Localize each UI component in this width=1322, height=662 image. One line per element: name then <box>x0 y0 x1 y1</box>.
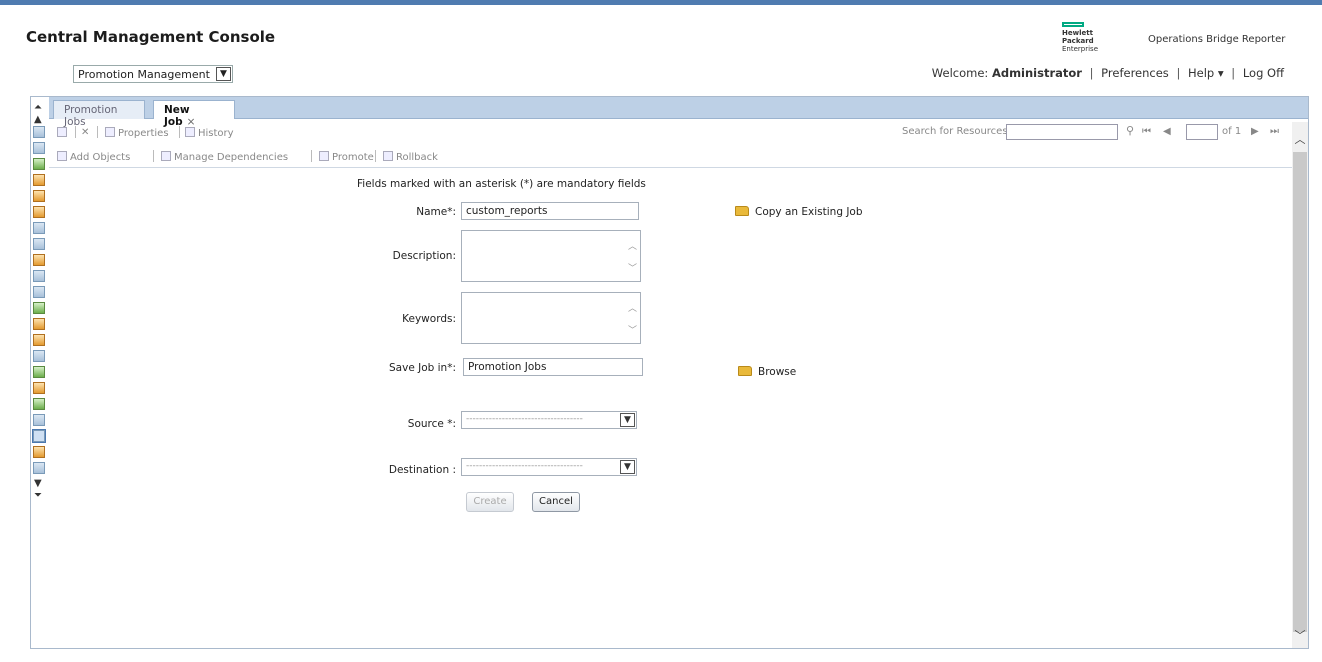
hpe-logo: Hewlett Packard Enterprise <box>1062 22 1126 53</box>
folder-icon <box>735 206 749 216</box>
rollback-button[interactable]: Rollback <box>383 151 438 163</box>
scroll-bottom-icon[interactable]: ⏷ <box>34 490 48 502</box>
properties-button[interactable]: Properties <box>105 127 169 139</box>
folder-icon <box>738 366 752 376</box>
username: Administrator <box>991 66 1082 80</box>
left-icon-strip: ⏶ ▲ ▼ ⏷ <box>30 102 48 632</box>
dependencies-icon <box>161 151 171 161</box>
add-objects-icon <box>57 151 67 161</box>
source-label: Source *: <box>407 418 456 430</box>
chevron-down-icon[interactable]: ▼ <box>216 67 231 81</box>
monitoring-icon[interactable] <box>33 414 45 426</box>
delete-icon[interactable]: ✕ <box>81 127 89 138</box>
promote-icon <box>319 151 329 161</box>
name-input[interactable]: custom_reports <box>461 202 639 220</box>
access-levels-icon[interactable] <box>33 302 45 314</box>
calendars-icon[interactable] <box>33 270 45 282</box>
properties-icon <box>105 127 115 137</box>
source-select[interactable]: ------------------------------------ ▼ <box>461 411 637 429</box>
folders-icon[interactable] <box>33 158 45 170</box>
mandatory-note: Fields marked with an asterisk (*) are m… <box>357 178 646 190</box>
chevron-up-icon[interactable]: ︿ <box>1292 132 1308 148</box>
history-button[interactable]: History <box>185 127 234 139</box>
settings-icon[interactable] <box>33 350 45 362</box>
copy-existing-job-link[interactable]: Copy an Existing Job <box>735 206 863 218</box>
federation-icon[interactable] <box>33 398 45 410</box>
chevron-down-icon[interactable]: ▼ <box>620 460 635 474</box>
scroll-up-icon[interactable]: ▲ <box>34 114 48 126</box>
connections-icon[interactable] <box>33 238 45 250</box>
help-menu[interactable]: Help ▾ <box>1188 66 1224 80</box>
save-job-in-input[interactable]: Promotion Jobs <box>463 358 643 376</box>
save-job-in-label: Save Job in*: <box>389 362 456 374</box>
authentication-icon[interactable] <box>33 318 45 330</box>
main-frame <box>30 96 1309 649</box>
auditing-icon[interactable] <box>33 446 45 458</box>
license-keys-icon[interactable] <box>33 334 45 346</box>
chevron-down-icon[interactable]: ﹀ <box>628 323 637 336</box>
chevron-up-icon[interactable]: ︿ <box>628 301 637 314</box>
tab-new-job[interactable]: New Job × <box>153 100 235 128</box>
chevron-down-icon[interactable]: ▼ <box>620 413 635 427</box>
promotion-management-icon[interactable] <box>32 429 46 443</box>
scroll-top-icon[interactable]: ⏶ <box>34 102 48 114</box>
last-page-icon[interactable]: ⏭ <box>1270 126 1279 137</box>
chevron-up-icon[interactable]: ︿ <box>628 239 637 252</box>
cancel-button[interactable]: Cancel <box>532 492 580 512</box>
search-label: Search for Resources <box>902 126 1008 137</box>
page-count: of 1 <box>1222 126 1242 137</box>
scroll-down-icon[interactable]: ▼ <box>34 478 48 490</box>
welcome-label: Welcome: <box>931 66 989 80</box>
search-input[interactable] <box>1006 124 1118 140</box>
add-objects-button[interactable]: Add Objects <box>57 151 130 163</box>
history-icon <box>185 127 195 137</box>
rollback-icon <box>383 151 393 161</box>
toolbar-secondary: Add Objects Manage Dependencies Promote … <box>49 146 1292 168</box>
preferences-link[interactable]: Preferences <box>1101 66 1169 80</box>
user-bar: Welcome: Administrator | Preferences | H… <box>931 66 1284 80</box>
product-name: Operations Bridge Reporter <box>1148 34 1286 45</box>
application-selector[interactable]: Promotion Management ▼ <box>73 65 233 83</box>
personal-folders-icon[interactable] <box>33 206 45 218</box>
application-selector-value: Promotion Management <box>78 68 210 81</box>
replication-icon[interactable] <box>33 462 45 474</box>
page-number-input[interactable] <box>1186 124 1218 140</box>
events-icon[interactable] <box>33 286 45 298</box>
users-groups-icon[interactable] <box>33 126 45 138</box>
description-label: Description: <box>392 250 456 262</box>
inbox-icon[interactable] <box>33 190 45 202</box>
browse-link[interactable]: Browse <box>738 366 796 378</box>
name-label: Name*: <box>416 206 456 218</box>
keywords-textarea[interactable]: ︿ ﹀ <box>461 292 641 344</box>
instances-icon[interactable] <box>33 382 45 394</box>
search-icon[interactable]: ⚲ <box>1123 124 1137 138</box>
logoff-link[interactable]: Log Off <box>1243 66 1284 80</box>
vertical-scrollbar[interactable]: ︿ ﹀ <box>1292 122 1308 648</box>
description-textarea[interactable]: ︿ ﹀ <box>461 230 641 282</box>
previous-page-icon[interactable]: ◀ <box>1163 126 1171 137</box>
destination-label: Destination : <box>388 464 456 476</box>
hpe-logo-mark <box>1062 22 1084 27</box>
keywords-label: Keywords: <box>402 313 456 325</box>
manage-dependencies-button[interactable]: Manage Dependencies <box>161 151 288 163</box>
scrollbar-thumb[interactable] <box>1293 152 1307 632</box>
categories-icon[interactable] <box>33 174 45 186</box>
universes-icon[interactable] <box>33 222 45 234</box>
tab-bar: Promotion Jobs New Job × <box>49 97 1308 128</box>
destination-select[interactable]: ------------------------------------ ▼ <box>461 458 637 476</box>
servers-icon[interactable] <box>33 142 45 154</box>
chevron-down-icon[interactable]: ﹀ <box>628 261 637 274</box>
save-icon[interactable] <box>57 127 70 139</box>
sessions-icon[interactable] <box>33 366 45 378</box>
tab-promotion-jobs[interactable]: Promotion Jobs <box>53 100 145 128</box>
promote-button[interactable]: Promote <box>319 151 374 163</box>
top-accent-bar <box>0 0 1322 5</box>
applications-icon[interactable] <box>33 254 45 266</box>
first-page-icon[interactable]: ⏮ <box>1142 126 1151 137</box>
app-title: Central Management Console <box>26 28 276 46</box>
chevron-down-icon[interactable]: ﹀ <box>1292 628 1308 644</box>
next-page-icon[interactable]: ▶ <box>1251 126 1259 137</box>
create-button[interactable]: Create <box>466 492 514 512</box>
